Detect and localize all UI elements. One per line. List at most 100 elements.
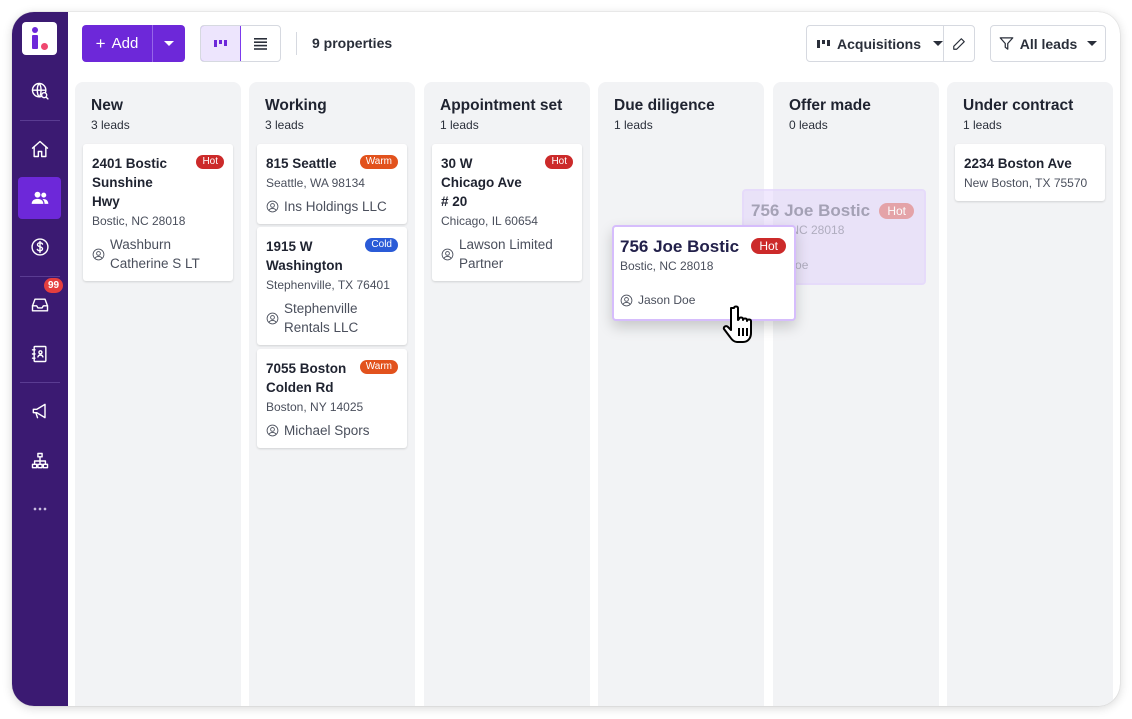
megaphone-icon (32, 403, 46, 419)
sidebar-item-org-chart[interactable] (18, 440, 61, 482)
add-dropdown-button[interactable] (153, 25, 185, 62)
add-button[interactable]: + Add (82, 25, 153, 62)
contacts-book-icon (31, 345, 47, 363)
column-title: Working (265, 97, 327, 114)
card-city: Seattle, WA 98134 (266, 176, 365, 190)
sidebar-item-home[interactable] (18, 128, 61, 170)
sidebar-divider (20, 382, 60, 383)
sidebar-item-contacts[interactable] (18, 333, 61, 375)
caret-down-icon (164, 41, 174, 46)
column-count: 1 leads (440, 118, 479, 132)
pipeline-selector-group: Acquisitions (806, 25, 975, 62)
list-view-button[interactable] (241, 26, 280, 61)
card-city: Chicago, IL 60654 (441, 214, 538, 228)
tag-badge: Hot (545, 155, 573, 169)
view-toggle (200, 25, 281, 62)
sidebar-divider (20, 120, 60, 121)
dragging-lead-card[interactable]: 756 Joe Bostic Hot Bostic, NC 28018 Jaso… (612, 225, 796, 321)
board-view-button[interactable] (201, 26, 241, 61)
lead-card[interactable]: 1915 W Washington Cold Stephenville, TX … (257, 227, 407, 345)
sidebar-item-more[interactable] (18, 488, 61, 530)
card-city: New Boston, TX 75570 (964, 176, 1088, 190)
column-count: 3 leads (91, 118, 130, 132)
column-title: Offer made (789, 97, 871, 114)
column-offer-made: Offer made 0 leads (773, 82, 939, 706)
edit-pipeline-button[interactable] (944, 26, 974, 61)
filter-button[interactable]: All leads (990, 25, 1106, 62)
kanban-icon (817, 39, 830, 48)
caret-down-icon (1087, 41, 1098, 46)
card-address: 756 Joe Bostic (751, 201, 871, 220)
column-count: 0 leads (789, 118, 828, 132)
column-title: Under contract (963, 97, 1074, 114)
inbox-badge: 99 (44, 278, 63, 293)
tag-badge: Warm (359, 360, 398, 374)
column-working: Working 3 leads 815 Seattle Warm Seattle… (249, 82, 415, 706)
dollar-icon (30, 238, 49, 256)
filter-icon (999, 37, 1014, 50)
card-owner: Michael Spors (266, 421, 399, 440)
more-dots-icon (33, 507, 46, 511)
column-new: New 3 leads 2401 Bostic Sunshine Hwy Hot… (75, 82, 241, 706)
column-title: Due diligence (614, 97, 715, 114)
property-count: 9 properties (312, 35, 393, 51)
card-owner: Lawson Limited Partner (441, 235, 574, 273)
tag-badge: Hot (879, 203, 914, 219)
column-count: 3 leads (265, 118, 304, 132)
kanban-icon (213, 39, 227, 47)
column-count: 1 leads (614, 118, 653, 132)
card-city: Bostic, NC 28018 (92, 214, 186, 228)
sitemap-icon (31, 452, 48, 469)
list-icon (254, 37, 267, 50)
card-owner: Jason Doe (620, 293, 695, 307)
pipeline-label: Acquisitions (837, 35, 922, 52)
owner-name: Ins Holdings LLC (284, 199, 387, 214)
toolbar-divider (296, 32, 297, 55)
card-owner: Washburn Catherine S LT (92, 235, 225, 273)
user-circle-icon (266, 200, 279, 213)
user-circle-icon (441, 248, 454, 260)
user-circle-icon (266, 424, 279, 437)
owner-name: Jason Doe (638, 293, 696, 307)
column-appointment-set: Appointment set 1 leads 30 W Chicago Ave… (424, 82, 590, 706)
card-owner: Ins Holdings LLC (266, 197, 399, 216)
add-button-label: Add (111, 35, 139, 52)
sidebar-item-marketing[interactable] (18, 390, 61, 432)
card-owner: Stephenville Rentals LLC (266, 299, 399, 337)
user-circle-icon (266, 312, 279, 324)
column-title: Appointment set (440, 97, 563, 114)
card-city: Bostic, NC 28018 (620, 259, 714, 273)
grab-cursor-icon (722, 305, 752, 343)
card-city: Stephenville, TX 76401 (266, 278, 390, 292)
tag-badge: Hot (751, 238, 786, 254)
home-icon (31, 140, 48, 158)
lead-card[interactable]: 30 W Chicago Ave # 20 Hot Chicago, IL 60… (432, 144, 582, 281)
tag-badge: Warm (359, 155, 398, 169)
app-logo[interactable] (22, 22, 57, 55)
lead-card[interactable]: 2234 Boston Ave New Boston, TX 75570 (955, 144, 1105, 201)
globe-search-icon (31, 82, 49, 100)
tag-badge: Cold (365, 238, 398, 252)
filter-label: All leads (1019, 35, 1078, 52)
owner-name: Lawson Limited Partner (459, 237, 553, 271)
sidebar-item-global-search[interactable] (18, 70, 61, 112)
caret-down-icon (933, 41, 944, 46)
owner-name: Washburn Catherine S LT (110, 237, 200, 271)
card-address: 756 Joe Bostic (620, 237, 740, 256)
user-circle-icon (92, 248, 105, 260)
lead-card[interactable]: 2401 Bostic Sunshine Hwy Hot Bostic, NC … (83, 144, 233, 281)
sidebar-item-leads[interactable] (18, 177, 61, 219)
tag-badge: Hot (196, 155, 224, 169)
owner-name: Stephenville Rentals LLC (284, 301, 359, 335)
column-under-contract: Under contract 1 leads 2234 Boston Ave N… (947, 82, 1113, 706)
lead-card[interactable]: 815 Seattle Warm Seattle, WA 98134 Ins H… (257, 144, 407, 224)
sidebar-item-finance[interactable] (18, 226, 61, 268)
card-city: Boston, NY 14025 (266, 400, 364, 414)
sidebar-divider (20, 276, 60, 277)
card-address: 2234 Boston Ave (964, 156, 1072, 171)
sidebar: 99 (12, 12, 68, 706)
add-button-group: + Add (82, 25, 185, 62)
lead-card[interactable]: 7055 Boston Colden Rd Warm Boston, NY 14… (257, 349, 407, 448)
users-icon (31, 191, 48, 204)
pipeline-selector[interactable]: Acquisitions (807, 26, 945, 61)
